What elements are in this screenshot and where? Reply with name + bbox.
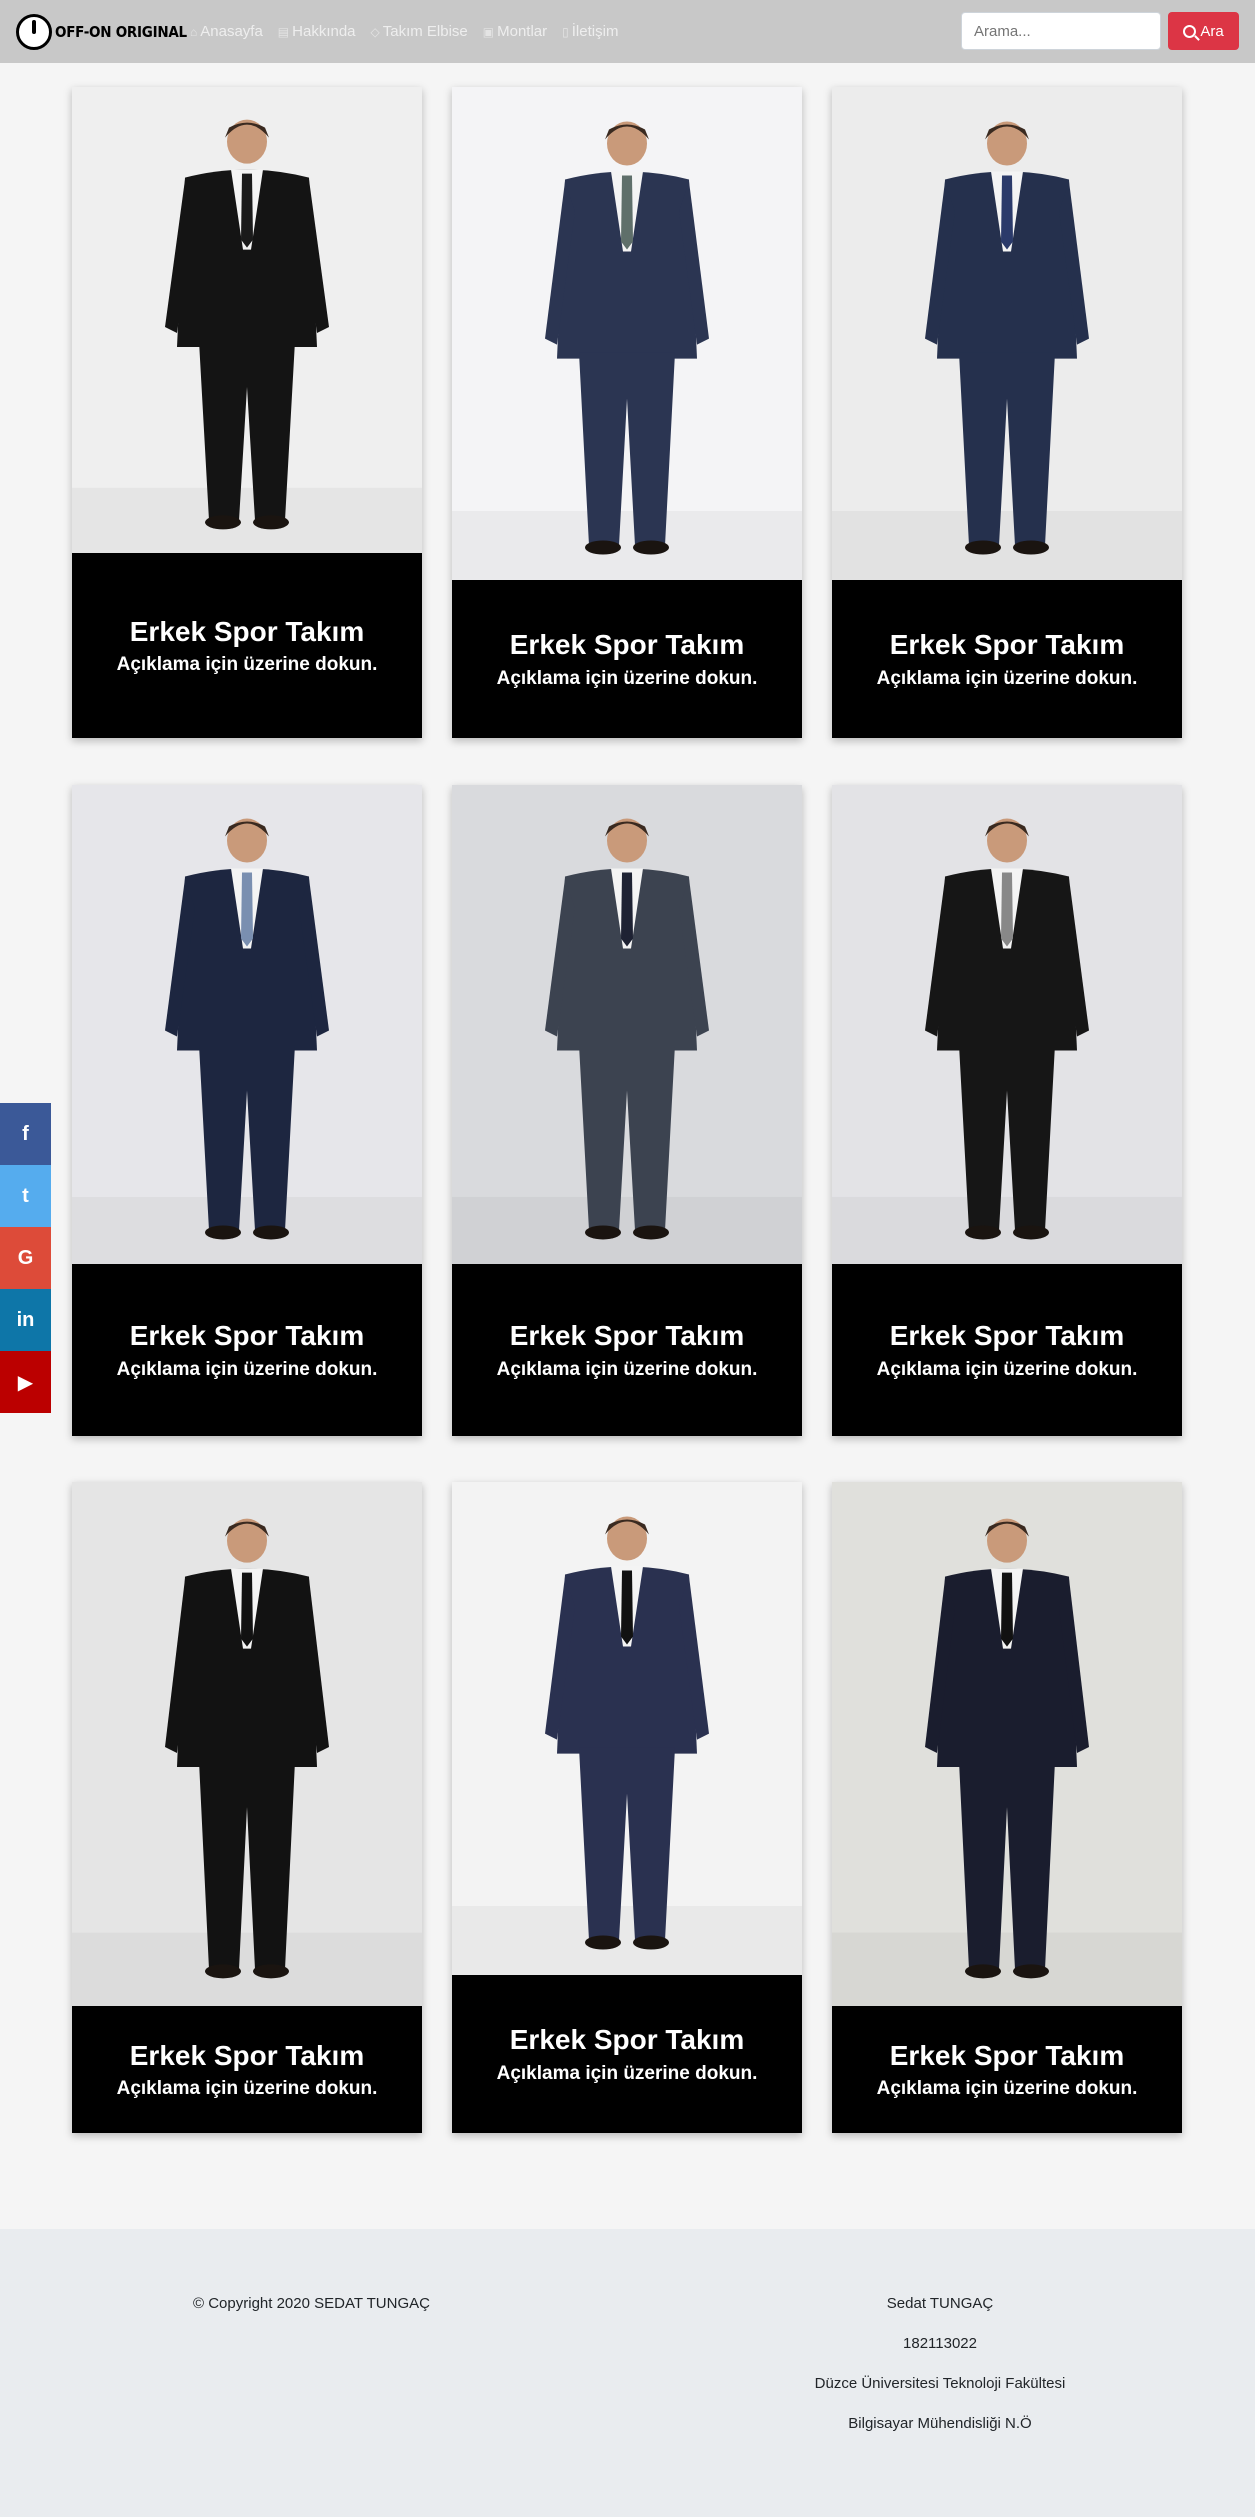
card-title: Erkek Spor Takım bbox=[129, 2039, 365, 2071]
product-image[interactable] bbox=[452, 785, 802, 1264]
product-image[interactable] bbox=[832, 1482, 1182, 2006]
product-image[interactable] bbox=[72, 785, 422, 1264]
card-description: Açıklama için üzerine dokun. bbox=[496, 667, 758, 689]
brand-name: OFF-ON ORIGINAL bbox=[55, 23, 187, 41]
card-caption: Erkek Spor Takım Açıklama için üzerine do… bbox=[452, 1975, 802, 2133]
twitter-icon: t bbox=[22, 1184, 29, 1207]
product-image[interactable] bbox=[832, 785, 1182, 1264]
card-caption: Erkek Spor Takım Açıklama için üzerine do… bbox=[452, 1264, 802, 1436]
power-icon bbox=[16, 14, 52, 50]
product-card[interactable]: Erkek Spor Takım Açıklama için üzerine do… bbox=[832, 785, 1182, 1436]
product-card[interactable]: Erkek Spor Takım Açıklama için üzerine do… bbox=[832, 1482, 1182, 2133]
nav-link-suits[interactable]: ◇ Takım Elbise bbox=[371, 23, 468, 40]
card-title: Erkek Spor Takım bbox=[129, 1320, 365, 1352]
social-sidebar: f t Gin ▶ bbox=[0, 1103, 51, 1413]
youtube-icon: ▶ bbox=[17, 1371, 34, 1394]
search-icon bbox=[1183, 24, 1197, 38]
product-card[interactable]: Erkek Spor Takım Açıklama için üzerine do… bbox=[72, 1482, 422, 2133]
card-caption: Erkek Spor Takım Açıklama için üzerine do… bbox=[832, 580, 1182, 738]
department-name: Bilgisayar Mühendisliği N.Ö bbox=[848, 2415, 1032, 2432]
twitter-button[interactable]: t bbox=[0, 1165, 51, 1227]
nav-link-home[interactable]: ⌂ Anasayfa bbox=[190, 23, 263, 40]
copyright-text: © Copyright 2020 SEDAT TUNGAÇ bbox=[193, 2295, 430, 2312]
nav-link-label: Hakkında bbox=[292, 23, 356, 40]
gem-icon: ◇ bbox=[370, 24, 380, 39]
search-button-label: Ara bbox=[1200, 22, 1224, 40]
product-image[interactable] bbox=[832, 87, 1182, 580]
product-image[interactable] bbox=[72, 1482, 422, 2006]
card-title: Erkek Spor Takım bbox=[509, 2024, 745, 2056]
card-title: Erkek Spor Takım bbox=[509, 1320, 745, 1352]
linkedin-icon: in bbox=[16, 1308, 35, 1331]
home-icon: ⌂ bbox=[190, 24, 198, 39]
linkedin-button[interactable]: in bbox=[0, 1289, 51, 1351]
card-caption: Erkek Spor Takım Açıklama için üzerine do… bbox=[832, 1264, 1182, 1436]
brand-logo-link[interactable]: OFF-ON ORIGINAL bbox=[16, 12, 202, 52]
card-description: Açıklama için üzerine dokun. bbox=[876, 1358, 1138, 1380]
card-caption: Erkek Spor Takım Açıklama için üzerine do… bbox=[72, 2006, 422, 2133]
university-name: Düzce Üniversitesi Teknoloji Fakültesi bbox=[814, 2375, 1066, 2392]
card-title: Erkek Spor Takım bbox=[129, 615, 365, 647]
info-card-icon: ▤ bbox=[277, 24, 290, 39]
product-card[interactable]: Erkek Spor Takım Açıklama için üzerine do… bbox=[452, 1482, 802, 2133]
product-image[interactable] bbox=[452, 1482, 802, 1975]
nav-link-label: Montlar bbox=[497, 23, 548, 40]
author-name: Sedat TUNGAÇ bbox=[886, 2295, 994, 2312]
product-card[interactable]: Erkek Spor Takım Açıklama için üzerine do… bbox=[832, 87, 1182, 738]
card-caption: Erkek Spor Takım Açıklama için üzerine do… bbox=[72, 1264, 422, 1436]
search-button[interactable]: Ara bbox=[1168, 12, 1239, 50]
card-description: Açıklama için üzerine dokun. bbox=[496, 1358, 758, 1380]
product-card[interactable]: Erkek Spor Takım Açıklama için üzerine do… bbox=[452, 87, 802, 738]
card-title: Erkek Spor Takım bbox=[509, 629, 745, 661]
card-caption: Erkek Spor Takım Açıklama için üzerine do… bbox=[72, 553, 422, 738]
nav-link-contact[interactable]: ▯ İletişim bbox=[562, 23, 618, 40]
card-description: Açıklama için üzerine dokun. bbox=[876, 667, 1138, 689]
nav-link-label: Takım Elbise bbox=[382, 23, 468, 40]
youtube-button[interactable]: ▶ bbox=[0, 1351, 51, 1413]
footer: © Copyright 2020 SEDAT TUNGAÇ Sedat TUNG… bbox=[0, 2229, 1255, 2517]
card-caption: Erkek Spor Takım Açıklama için üzerine do… bbox=[832, 2006, 1182, 2133]
nav-link-label: Anasayfa bbox=[200, 23, 263, 40]
card-description: Açıklama için üzerine dokun. bbox=[116, 2078, 378, 2100]
product-card[interactable]: Erkek Spor Takım Açıklama için üzerine do… bbox=[72, 785, 422, 1436]
card-description: Açıklama için üzerine dokun. bbox=[116, 654, 378, 676]
nav-link-label: İletişim bbox=[571, 23, 619, 40]
nav-link-about[interactable]: ▤ Hakkında bbox=[278, 23, 356, 40]
nav-link-coats[interactable]: ▣ Montlar bbox=[483, 23, 547, 40]
navbar: OFF-ON ORIGINAL ⌂ Anasayfa ▤ Hakkında ◇ … bbox=[0, 0, 1255, 63]
student-number: 182113022 bbox=[903, 2335, 977, 2352]
footer-info: Sedat TUNGAÇ 182113022 Düzce Üniversites… bbox=[790, 2295, 1090, 2455]
card-description: Açıklama için üzerine dokun. bbox=[876, 2078, 1138, 2100]
phone-icon: ▯ bbox=[562, 24, 569, 39]
google-button[interactable]: G bbox=[0, 1227, 51, 1289]
card-description: Açıklama için üzerine dokun. bbox=[116, 1358, 378, 1380]
nav-menu: ⌂ Anasayfa ▤ Hakkında ◇ Takım Elbise ▣ M… bbox=[190, 0, 618, 63]
card-title: Erkek Spor Takım bbox=[889, 629, 1125, 661]
facebook-button[interactable]: f bbox=[0, 1103, 51, 1165]
card-caption: Erkek Spor Takım Açıklama için üzerine do… bbox=[452, 580, 802, 738]
card-description: Açıklama için üzerine dokun. bbox=[496, 2062, 758, 2084]
search-input[interactable] bbox=[961, 12, 1161, 50]
google-icon: G bbox=[17, 1246, 34, 1269]
images-icon: ▣ bbox=[482, 24, 495, 39]
facebook-icon: f bbox=[22, 1122, 29, 1145]
product-card[interactable]: Erkek Spor Takım Açıklama için üzerine do… bbox=[452, 785, 802, 1436]
card-title: Erkek Spor Takım bbox=[889, 1320, 1125, 1352]
card-title: Erkek Spor Takım bbox=[889, 2039, 1125, 2071]
product-image[interactable] bbox=[72, 87, 422, 553]
product-image[interactable] bbox=[452, 87, 802, 580]
product-card[interactable]: Erkek Spor Takım Açıklama için üzerine do… bbox=[72, 87, 422, 738]
